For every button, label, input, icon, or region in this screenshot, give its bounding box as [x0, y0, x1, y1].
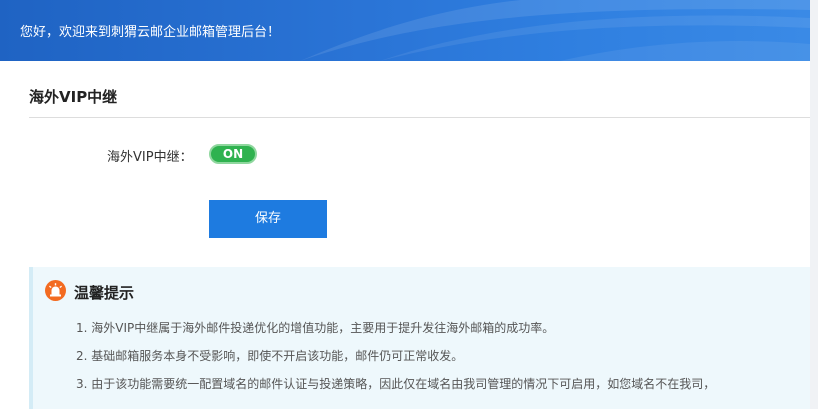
- save-button[interactable]: 保存: [209, 200, 327, 238]
- page: 您好，欢迎来到刺猬云邮企业邮箱管理后台！ 海外VIP中继 海外VIP中继： ON…: [0, 0, 818, 409]
- section-title: 海外VIP中继: [29, 88, 118, 106]
- section-divider: [29, 117, 810, 118]
- right-gutter: [810, 0, 818, 409]
- tips-item: 3. 由于该功能需要统一配置域名的邮件认证与投递策略，因此仅在域名由我司管理的情…: [76, 377, 716, 391]
- vip-relay-toggle[interactable]: ON: [209, 144, 257, 164]
- header-greeting: 您好，欢迎来到刺猬云邮企业邮箱管理后台！: [20, 25, 281, 40]
- vip-relay-label: 海外VIP中继：: [107, 150, 193, 165]
- tips-panel: 温馨提示 1. 海外VIP中继属于海外邮件投递优化的增值功能，主要用于提升发往海…: [29, 267, 810, 409]
- alert-siren-icon: [45, 280, 66, 301]
- tips-title: 温馨提示: [74, 284, 135, 302]
- tips-item: 1. 海外VIP中继属于海外邮件投递优化的增值功能，主要用于提升发往海外邮箱的成…: [76, 321, 555, 335]
- tips-item: 2. 基础邮箱服务本身不受影响，即使不开启该功能，邮件仍可正常收发。: [76, 349, 464, 363]
- header-banner: 您好，欢迎来到刺猬云邮企业邮箱管理后台！: [0, 0, 810, 61]
